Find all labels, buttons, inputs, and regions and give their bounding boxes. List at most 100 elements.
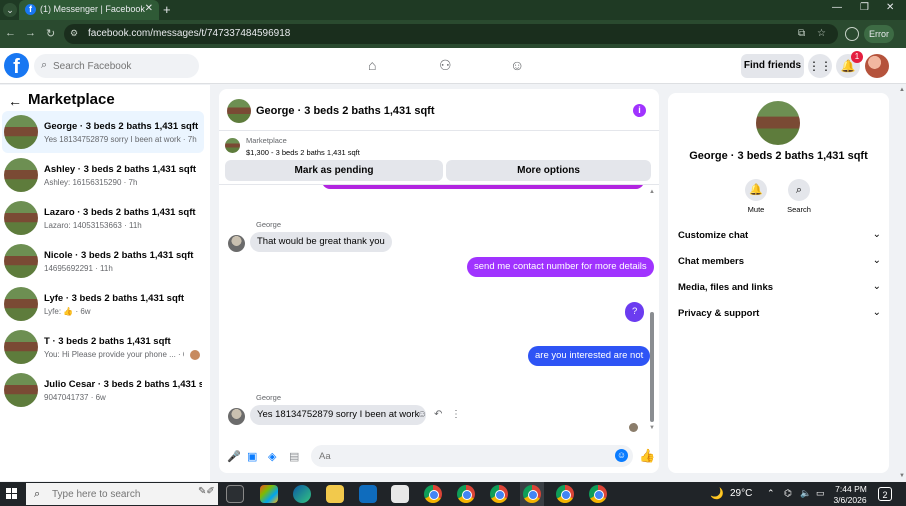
react-emoji-icon[interactable]: ☺: [417, 409, 427, 420]
forward-icon[interactable]: →: [25, 27, 36, 39]
url-text[interactable]: facebook.com/messages/t/747337484596918: [88, 28, 290, 39]
mail-icon[interactable]: [359, 485, 377, 503]
friends-icon[interactable]: ⚇: [439, 57, 452, 74]
reply-icon[interactable]: ↶: [434, 409, 442, 420]
battery-icon[interactable]: ▭: [816, 488, 825, 499]
clock-date[interactable]: 3/6/2026: [830, 495, 870, 505]
menu-grid-icon[interactable]: ⋮⋮: [808, 54, 832, 78]
clock-time[interactable]: 7:44 PM: [834, 484, 868, 494]
mark-as-pending-button[interactable]: Mark as pending: [225, 160, 443, 181]
edge-icon[interactable]: [293, 485, 311, 503]
chrome-icon[interactable]: [556, 485, 574, 503]
incoming-message: That would be great thank you: [250, 232, 392, 252]
facebook-search[interactable]: ⌕: [34, 54, 199, 78]
tab-close-icon[interactable]: ✕: [145, 3, 153, 14]
notification-center-icon[interactable]: 2: [878, 487, 892, 501]
more-options-button[interactable]: More options: [446, 160, 651, 181]
windows-start-icon[interactable]: [6, 488, 18, 500]
mute-label: Mute: [747, 205, 765, 214]
bookmark-star-icon[interactable]: ☆: [817, 28, 826, 39]
facebook-logo-icon[interactable]: f: [4, 53, 29, 78]
browser-profile-icon[interactable]: [845, 27, 859, 41]
privacy-support-row[interactable]: Privacy & support ⌄: [678, 304, 883, 324]
tray-chevron-icon[interactable]: ⌃: [767, 488, 775, 499]
conversation-item[interactable]: Ashley · 3 beds 2 baths 1,431 sqft Ashle…: [2, 154, 204, 196]
taskbar-search[interactable]: ⌕ ✎✐: [26, 483, 218, 505]
conversation-item[interactable]: T · 3 beds 2 baths 1,431 sqft You: Hi Pl…: [2, 326, 204, 368]
error-button[interactable]: Error: [864, 25, 894, 43]
chat-members-row[interactable]: Chat members ⌄: [678, 252, 883, 272]
back-icon[interactable]: ←: [5, 27, 16, 39]
scroll-down-icon[interactable]: ▼: [899, 473, 905, 479]
like-thumb-icon[interactable]: 👍: [639, 448, 655, 464]
copilot-icon[interactable]: [260, 485, 278, 503]
conversation-item[interactable]: Julio Cesar · 3 beds 2 baths 1,431 s... …: [2, 369, 204, 411]
sender-avatar[interactable]: [228, 408, 245, 425]
conversation-details-panel: George · 3 beds 2 baths 1,431 sqft 🔔 Mut…: [668, 93, 889, 473]
conversation-item[interactable]: Lyfe · 3 beds 2 baths 1,431 sqft Lyfe: 👍…: [2, 283, 204, 325]
more-actions-icon[interactable]: ⋮: [451, 409, 461, 420]
chrome-icon[interactable]: [523, 485, 541, 503]
home-icon[interactable]: ⌂: [368, 57, 376, 73]
chrome-icon[interactable]: [589, 485, 607, 503]
account-avatar[interactable]: [865, 54, 889, 78]
emoji-icon[interactable]: ☺: [615, 449, 628, 462]
task-view-icon[interactable]: [226, 485, 244, 503]
temperature[interactable]: 29°C: [730, 488, 752, 499]
scroll-up-icon[interactable]: ▲: [649, 189, 655, 195]
search-action[interactable]: ⌕ Search: [779, 179, 819, 214]
scroll-down-icon[interactable]: ▼: [649, 425, 655, 431]
search-input[interactable]: [53, 57, 193, 75]
search-icon[interactable]: ⌕: [788, 179, 810, 201]
network-icon[interactable]: ⌬: [784, 488, 792, 499]
conversation-title: Lyfe · 3 beds 2 baths 1,431 sqft: [44, 293, 185, 304]
window-close-icon[interactable]: ✕: [886, 2, 894, 13]
mute-action[interactable]: 🔔 Mute: [736, 179, 776, 214]
conversation-item[interactable]: George · 3 beds 2 baths 1,431 sqft Yes 1…: [2, 111, 204, 153]
conversation-title: Ashley · 3 beds 2 baths 1,431 sqft: [44, 164, 197, 175]
browser-tab-messenger[interactable]: f (1) Messenger | Facebook ✕: [19, 0, 159, 20]
url-box[interactable]: ⚙ facebook.com/messages/t/74733748459691…: [64, 24, 838, 44]
media-files-links-row[interactable]: Media, files and links ⌄: [678, 278, 883, 298]
chat-title[interactable]: George · 3 beds 2 baths 1,431 sqft: [256, 105, 435, 117]
details-listing-avatar[interactable]: [756, 101, 800, 145]
groups-icon[interactable]: ☺: [510, 57, 524, 73]
gif-icon[interactable]: ▤: [289, 450, 299, 463]
maximize-icon[interactable]: ❐: [860, 2, 869, 13]
site-info-icon[interactable]: ⚙: [70, 28, 78, 39]
microphone-icon[interactable]: 🎤: [227, 450, 241, 463]
scroll-up-icon[interactable]: ▲: [899, 87, 905, 93]
listing-thumbnail[interactable]: [225, 138, 240, 153]
scroll-thumb[interactable]: [650, 312, 654, 422]
weather-moon-icon[interactable]: 🌙: [710, 487, 724, 500]
find-friends-button[interactable]: Find friends: [741, 54, 804, 78]
sender-avatar[interactable]: [228, 235, 245, 252]
minimize-icon[interactable]: —: [832, 2, 842, 13]
photo-icon[interactable]: ▣: [247, 450, 257, 463]
info-icon[interactable]: i: [633, 104, 646, 117]
customize-chat-row[interactable]: Customize chat ⌄: [678, 226, 883, 246]
chrome-icon[interactable]: [490, 485, 508, 503]
conversation-preview: Yes 18134752879 sorry I been at work · 7…: [44, 135, 197, 144]
tab-search-icon[interactable]: ⌄: [3, 3, 17, 17]
conversation-item[interactable]: Nicole · 3 beds 2 baths 1,431 sqft 14695…: [2, 240, 204, 282]
chrome-icon[interactable]: [457, 485, 475, 503]
thread-scrollbar[interactable]: ▲ ▼: [649, 189, 655, 431]
message-input[interactable]: [311, 445, 633, 467]
chat-listing-avatar[interactable]: [227, 99, 251, 123]
volume-icon[interactable]: 🔈: [800, 488, 811, 499]
chrome-icon[interactable]: [424, 485, 442, 503]
chevron-down-icon: ⌄: [872, 255, 881, 266]
file-explorer-icon[interactable]: [326, 485, 344, 503]
reload-icon[interactable]: ↻: [46, 27, 55, 40]
back-arrow-icon[interactable]: ←: [8, 93, 22, 109]
bell-icon[interactable]: 🔔: [745, 179, 767, 201]
new-tab-icon[interactable]: +: [163, 2, 171, 17]
cast-icon[interactable]: ⧉: [798, 28, 805, 39]
page-scrollbar[interactable]: ▲ ▼: [898, 85, 906, 481]
sticker-icon[interactable]: ◈: [268, 450, 276, 463]
conversation-item[interactable]: Lazaro · 3 beds 2 baths 1,431 sqft Lazar…: [2, 197, 204, 239]
taskbar-search-input[interactable]: [52, 486, 192, 502]
listing-price[interactable]: $1,300 - 3 beds 2 baths 1,431 sqft: [246, 148, 360, 157]
store-icon[interactable]: [391, 485, 409, 503]
